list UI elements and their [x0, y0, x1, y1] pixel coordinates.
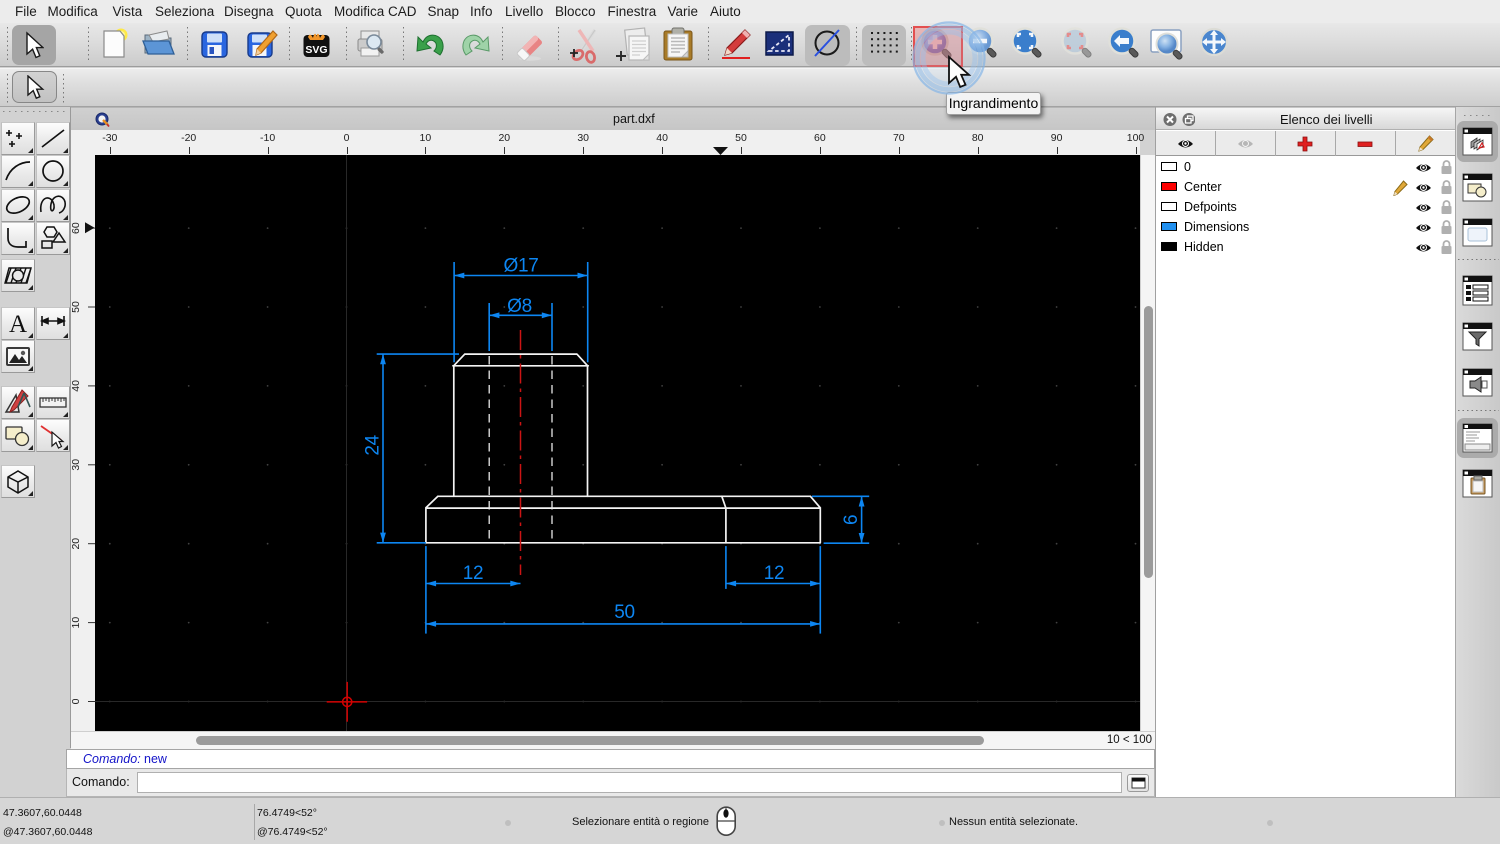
svg-text:60: 60 [71, 222, 82, 234]
svg-text:12: 12 [463, 563, 484, 584]
svg-text:30: 30 [71, 459, 82, 471]
svg-text:50: 50 [71, 301, 82, 313]
svg-text:Ø8: Ø8 [507, 296, 532, 317]
svg-text:12: 12 [764, 563, 785, 584]
svg-text:0: 0 [71, 698, 82, 704]
svg-text:6: 6 [841, 515, 862, 525]
svg-text:Ø17: Ø17 [503, 256, 538, 277]
svg-text:10: 10 [71, 617, 82, 629]
svg-text:SVG: SVG [305, 44, 327, 56]
svg-text:20: 20 [71, 538, 82, 550]
svg-text:50: 50 [614, 602, 635, 623]
svg-text:40: 40 [71, 380, 82, 392]
svg-text:24: 24 [363, 434, 384, 455]
svg-text:A: A [9, 311, 27, 338]
